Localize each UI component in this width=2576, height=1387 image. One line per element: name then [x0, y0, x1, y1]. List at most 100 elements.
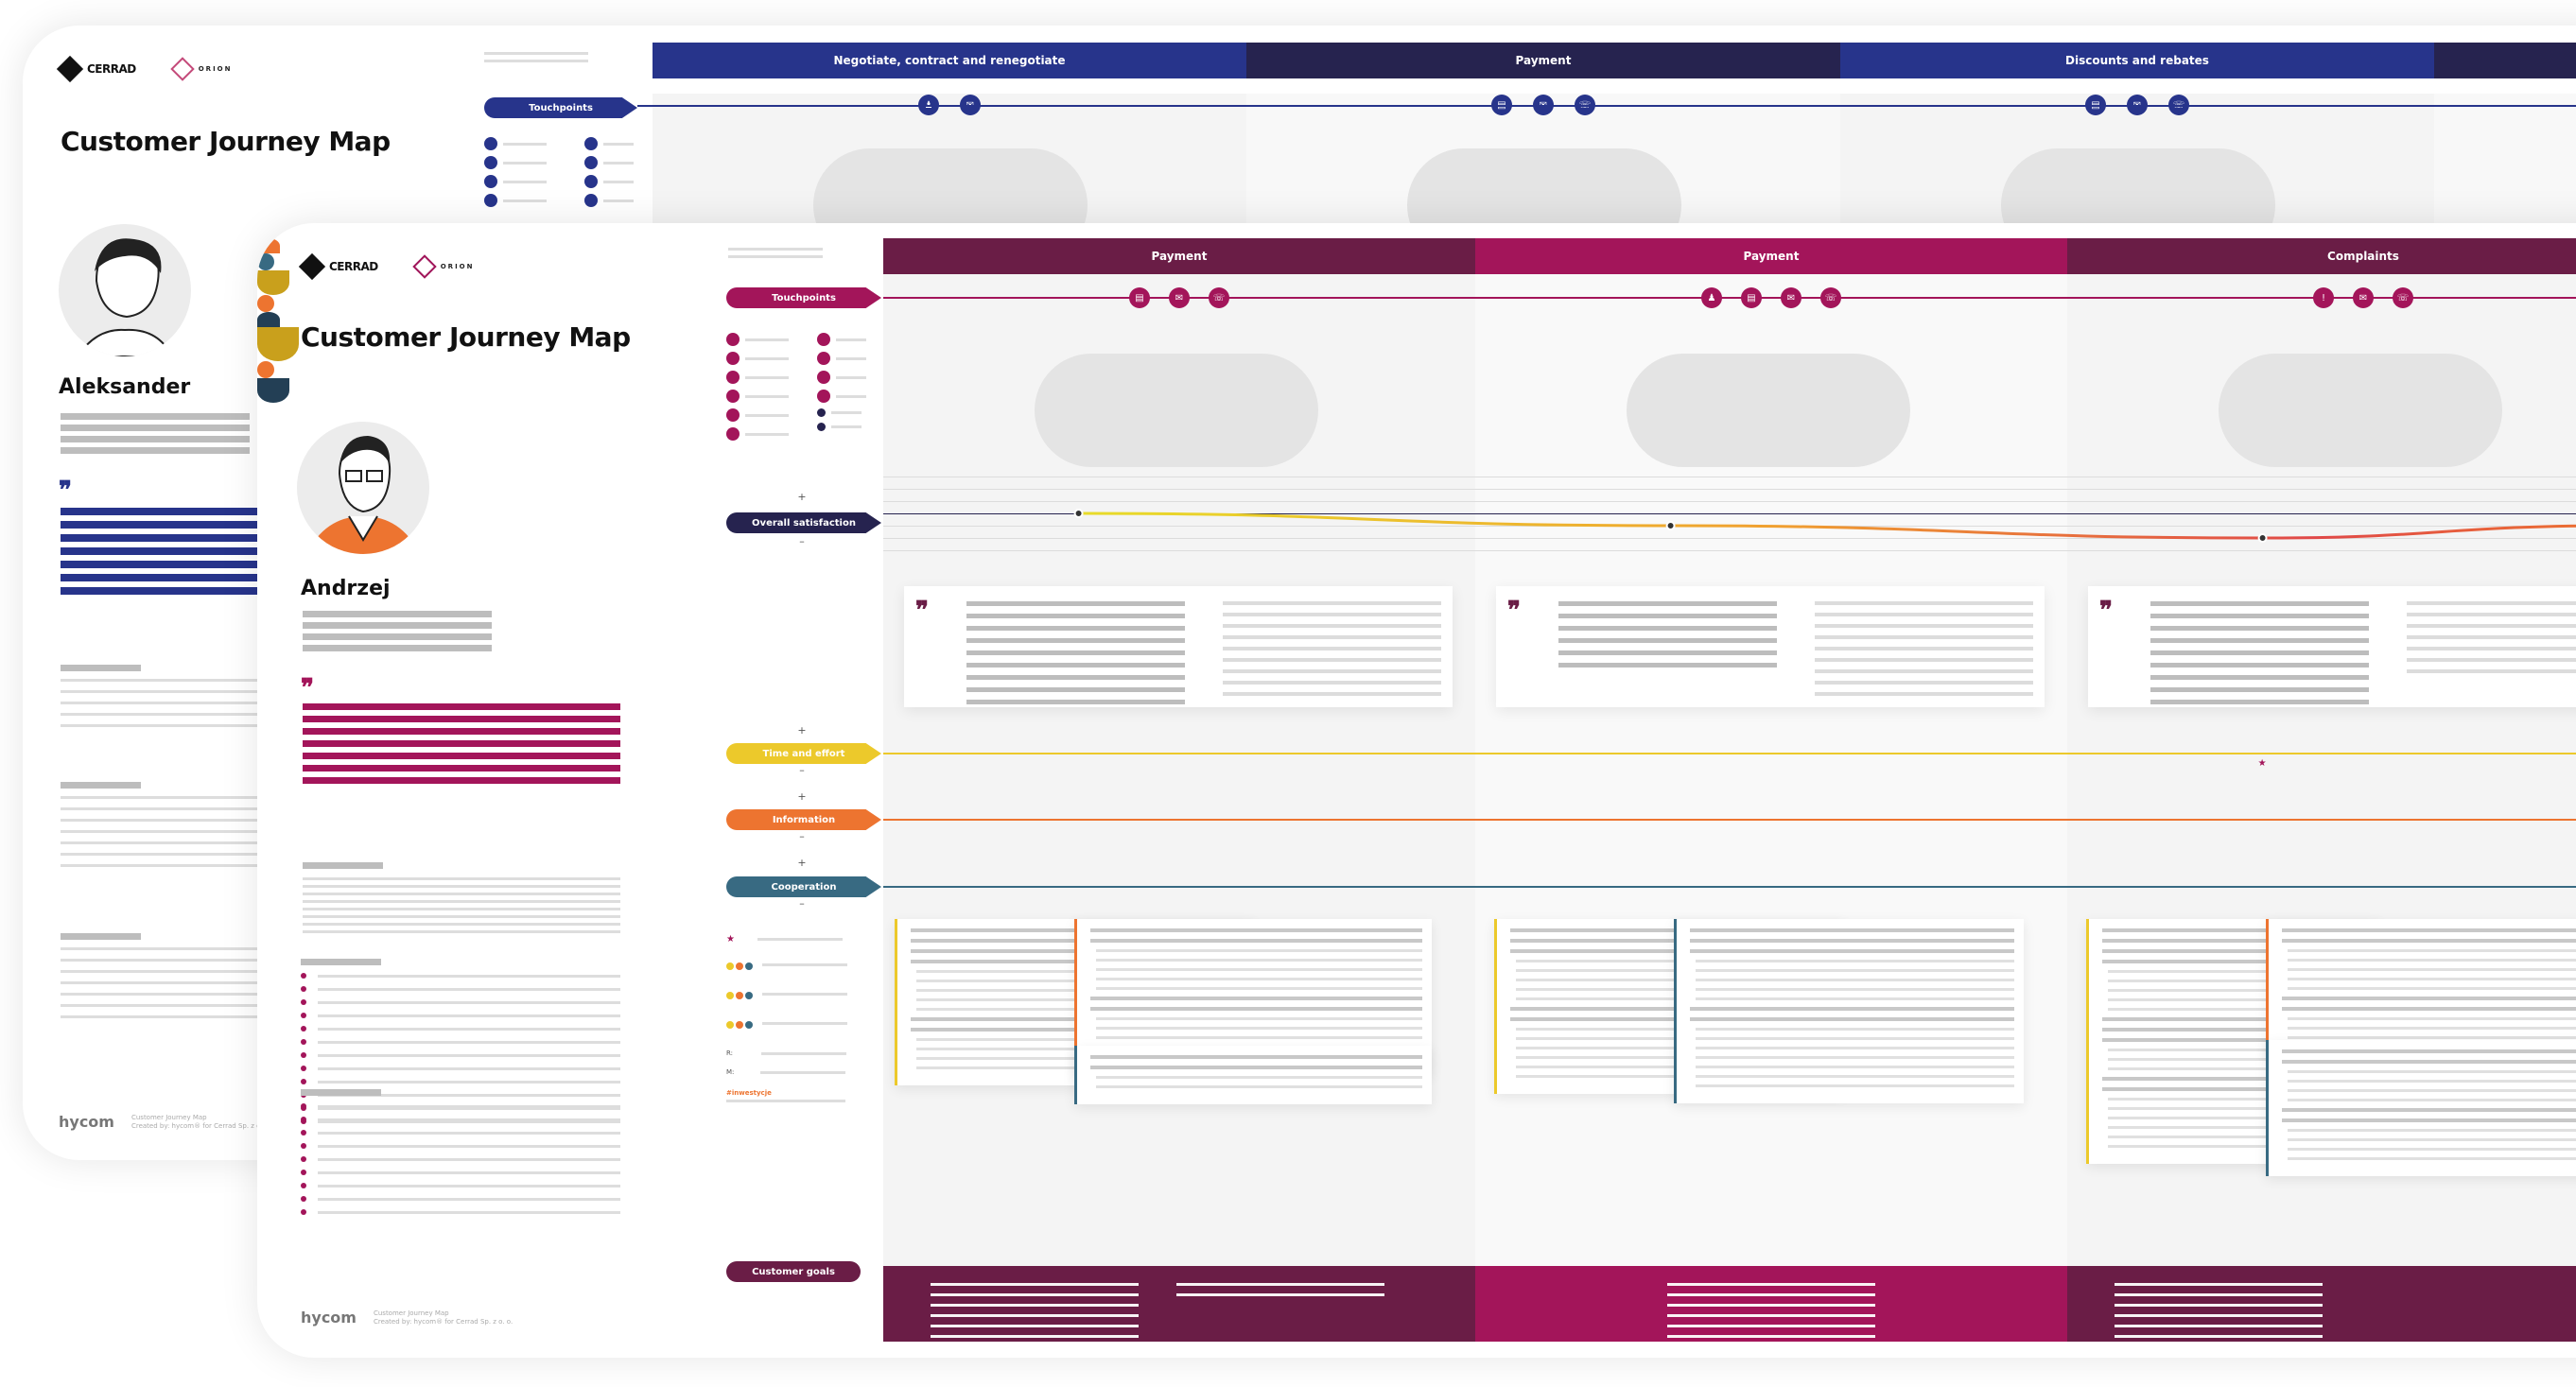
- front-journey-card: CERRAD ORION Customer Journey Map Andrze…: [257, 223, 2576, 1358]
- journey-map-showcase: CERRAD ORION Customer Journey Map Aleksa…: [0, 0, 2576, 1387]
- bullet-icon: [301, 999, 306, 1005]
- stage-header[interactable]: Discounts and rebates: [1840, 43, 2434, 78]
- mail-icon[interactable]: ✉: [1169, 287, 1190, 308]
- bullet-line: [318, 987, 620, 991]
- note-line: [1090, 928, 1422, 932]
- persona-section-1: [61, 665, 287, 736]
- persona-quote: [303, 703, 620, 789]
- stage-header[interactable]: Payment: [883, 238, 1475, 274]
- text-line: [2407, 647, 2576, 650]
- bullet-icon: [301, 986, 306, 992]
- document-icon[interactable]: ▤: [1741, 287, 1762, 308]
- persona-illustration-icon: [76, 238, 174, 356]
- quote-icon: ❞: [301, 674, 314, 702]
- note-line: [2282, 1007, 2576, 1011]
- note-line: [1696, 1056, 2014, 1059]
- alert-icon[interactable]: !: [2313, 287, 2334, 308]
- hycom-logo: hycom: [59, 1113, 114, 1131]
- bullet-icon: [301, 1079, 306, 1084]
- text-line: [966, 638, 1185, 643]
- note-line: [1090, 1055, 1422, 1059]
- goal-line: [931, 1304, 1139, 1307]
- bullet-item: [301, 1079, 620, 1084]
- goal-text: [931, 1283, 1139, 1342]
- text-line: [2407, 669, 2576, 673]
- note-line: [2282, 1060, 2576, 1064]
- goal-line: [931, 1325, 1139, 1327]
- text-line: [1223, 681, 1441, 685]
- people-icon[interactable]: ♟: [1701, 287, 1722, 308]
- note-line: [1690, 928, 2014, 932]
- quote-notes: [1815, 601, 2033, 696]
- persona-illustration-icon: [306, 436, 420, 554]
- touchpoints-line: [637, 105, 2576, 107]
- goal-line: [1667, 1293, 1875, 1296]
- note-line: [1090, 1007, 1422, 1011]
- bullet-line: [318, 974, 620, 978]
- footer-credits: Customer Journey Map Created by: hycom® f…: [131, 1114, 271, 1130]
- text-line: [1223, 647, 1441, 650]
- goal-line: [931, 1293, 1139, 1296]
- note-line: [2288, 1080, 2576, 1083]
- rating-marker[interactable]: [257, 378, 289, 403]
- scale-plus: +: [797, 790, 807, 803]
- text-line: [1815, 669, 2033, 673]
- stage-header[interactable]: Payment: [1475, 238, 2067, 274]
- note-line: [1690, 1007, 2014, 1011]
- goal-text: [2115, 1283, 2323, 1358]
- note-line: [1696, 1066, 2014, 1068]
- text-line: [966, 700, 1185, 704]
- text-line: [2150, 650, 2369, 655]
- satisfaction-point[interactable]: [2257, 533, 2268, 543]
- note-line: [1096, 968, 1422, 971]
- phone-icon[interactable]: ☏: [1820, 287, 1841, 308]
- note-line: [2288, 949, 2576, 952]
- bullet-line: [318, 1131, 620, 1135]
- bullet-item: [301, 1052, 620, 1058]
- note-line: [1096, 978, 1422, 980]
- goal-line: [1667, 1335, 1875, 1338]
- note-line: [2282, 997, 2576, 1000]
- persona-section-1: [303, 862, 620, 938]
- note-line: [2288, 1129, 2576, 1132]
- rating-marker[interactable]: [257, 295, 274, 312]
- document-icon[interactable]: ▤: [1129, 287, 1150, 308]
- note-line: [1090, 1066, 1422, 1069]
- text-line: [1223, 669, 1441, 673]
- stage-header[interactable]: Negotiate, contract and renegotiate: [653, 43, 1246, 78]
- bullet-item: [301, 1103, 620, 1109]
- rating-marker[interactable]: [257, 312, 280, 327]
- hycom-logo: hycom: [301, 1309, 357, 1326]
- phone-icon[interactable]: ☏: [1209, 287, 1229, 308]
- satisfaction-point[interactable]: [1073, 509, 1084, 518]
- quote-icon: ❞: [1507, 597, 1521, 625]
- logos: CERRAD ORION: [56, 55, 233, 83]
- goal-line: [931, 1314, 1139, 1317]
- bullet-line: [318, 1053, 620, 1057]
- stage-header[interactable]: Payment: [1246, 43, 1840, 78]
- goal-line: [1667, 1283, 1875, 1286]
- touchpoints-lane-label: Touchpoints: [484, 97, 637, 118]
- note-line: [2288, 968, 2576, 971]
- rating-marker[interactable]: [257, 361, 274, 378]
- bullet-line: [318, 1014, 620, 1017]
- text-line: [1223, 635, 1441, 639]
- bullet-icon: [301, 1209, 306, 1215]
- quote-icon: ❞: [915, 597, 929, 625]
- rating-marker[interactable]: [257, 270, 289, 295]
- stage-header[interactable]: Complaints: [2067, 238, 2576, 274]
- satisfaction-point[interactable]: [1665, 521, 1676, 530]
- lane-legend-header: [484, 52, 588, 71]
- rating-marker[interactable]: [257, 327, 299, 361]
- mail-icon[interactable]: ✉: [1781, 287, 1801, 308]
- text-line: [2150, 626, 2369, 631]
- mail-icon[interactable]: ✉: [2353, 287, 2374, 308]
- front-stage-columns: Payment ▤ ✉ ☏ ❞ Payment ♟ ▤ ✉ ☏ ❞ Complaints! ✉ ☏ ❞ ★: [257, 223, 2576, 1358]
- goal-text: [1667, 1283, 1875, 1348]
- stage-header[interactable]: [2434, 43, 2576, 78]
- phone-icon[interactable]: ☏: [2393, 287, 2413, 308]
- text-line: [1558, 614, 1777, 618]
- quote-text: [1558, 601, 1777, 692]
- note-line: [1096, 949, 1422, 952]
- scale-plus: +: [797, 491, 807, 503]
